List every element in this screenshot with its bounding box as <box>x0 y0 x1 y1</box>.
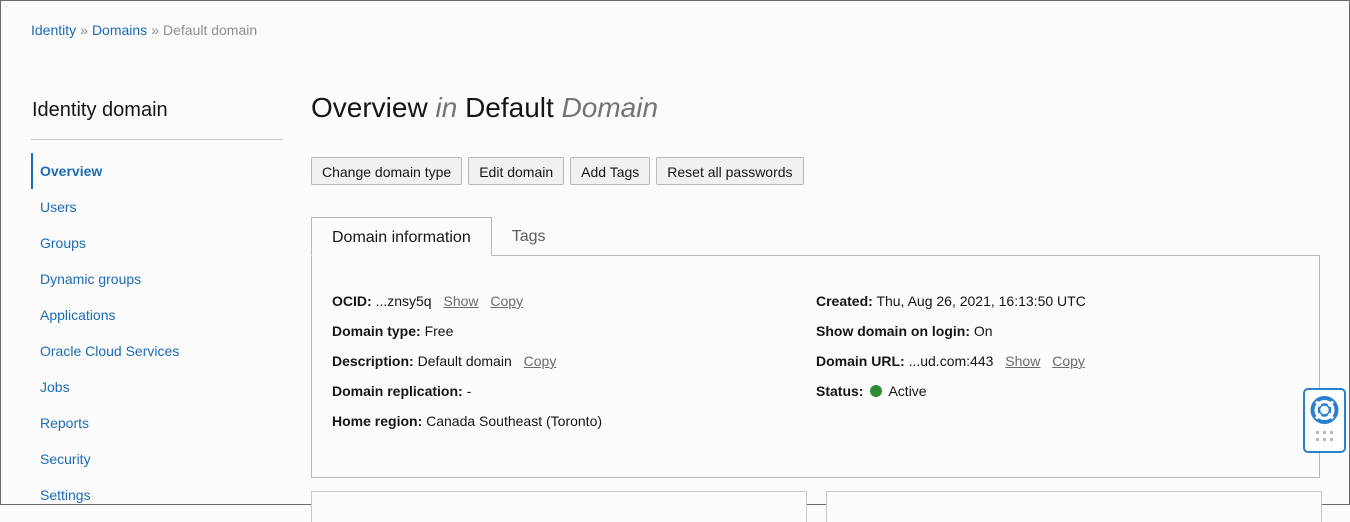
domain-replication-row: Domain replication: - <box>332 382 602 412</box>
breadcrumb-domains[interactable]: Domains <box>92 22 147 38</box>
domain-replication-label: Domain replication: <box>332 383 463 399</box>
status-label: Status: <box>816 383 864 399</box>
domain-replication-value: - <box>466 383 472 399</box>
overview-card-left <box>311 491 807 522</box>
action-toolbar: Change domain type Edit domain Add Tags … <box>311 157 804 185</box>
info-column-left: OCID: ...znsy5q Show Copy Domain type: F… <box>332 292 602 442</box>
help-widget-button[interactable] <box>1303 388 1346 453</box>
page-title-in: in <box>435 92 458 123</box>
domain-type-value: Free <box>424 323 454 339</box>
breadcrumb: Identity» Domains» Default domain <box>31 22 257 38</box>
status-active-dot-icon <box>870 385 883 397</box>
sidebar-item-jobs[interactable]: Jobs <box>31 369 283 405</box>
change-domain-type-button[interactable]: Change domain type <box>311 157 463 185</box>
add-tags-button[interactable]: Add Tags <box>570 157 651 185</box>
tab-tags[interactable]: Tags <box>492 217 566 256</box>
page-title-domain-word: Domain <box>561 92 659 123</box>
sidebar-item-oracle-cloud-services[interactable]: Oracle Cloud Services <box>31 333 283 369</box>
sidebar-item-overview[interactable]: Overview <box>31 153 283 189</box>
edit-domain-button[interactable]: Edit domain <box>468 157 565 185</box>
sidebar-item-users[interactable]: Users <box>31 189 283 225</box>
home-region-row: Home region: Canada Southeast (Toronto) <box>332 412 602 442</box>
description-copy-link[interactable]: Copy <box>524 353 557 369</box>
sidebar-item-reports[interactable]: Reports <box>31 405 283 441</box>
page-title: Overview in Default Domain <box>311 92 658 124</box>
breadcrumb-separator: » <box>151 22 159 38</box>
status-value: Active <box>888 383 927 399</box>
domain-information-panel: OCID: ...znsy5q Show Copy Domain type: F… <box>311 255 1320 478</box>
description-value: Default domain <box>417 353 512 369</box>
breadcrumb-separator: » <box>80 22 88 38</box>
ocid-row: OCID: ...znsy5q Show Copy <box>332 292 602 322</box>
ocid-show-link[interactable]: Show <box>443 293 478 309</box>
sidebar-item-settings[interactable]: Settings <box>31 477 283 513</box>
ocid-label: OCID: <box>332 293 372 309</box>
sidebar-item-dynamic-groups[interactable]: Dynamic groups <box>31 261 283 297</box>
reset-all-passwords-button[interactable]: Reset all passwords <box>656 157 804 185</box>
info-column-right: Created: Thu, Aug 26, 2021, 16:13:50 UTC… <box>816 292 1086 412</box>
ocid-copy-link[interactable]: Copy <box>490 293 523 309</box>
domain-type-label: Domain type: <box>332 323 421 339</box>
sidebar-item-groups[interactable]: Groups <box>31 225 283 261</box>
sidebar-nav: Overview Users Groups Dynamic groups App… <box>31 153 283 513</box>
domain-url-value: ...ud.com:443 <box>908 353 994 369</box>
show-on-login-label: Show domain on login: <box>816 323 970 339</box>
sidebar-item-applications[interactable]: Applications <box>31 297 283 333</box>
description-row: Description: Default domain Copy <box>332 352 602 382</box>
created-label: Created: <box>816 293 873 309</box>
tab-domain-information[interactable]: Domain information <box>311 217 492 256</box>
breadcrumb-identity[interactable]: Identity <box>31 22 76 38</box>
breadcrumb-current: Default domain <box>162 22 258 38</box>
description-label: Description: <box>332 353 414 369</box>
status-row: Status: Active <box>816 382 1086 412</box>
lifebuoy-icon <box>1310 396 1339 441</box>
overview-card-right <box>826 491 1322 522</box>
page-title-main: Overview <box>311 92 428 123</box>
created-value: Thu, Aug 26, 2021, 16:13:50 UTC <box>876 293 1086 309</box>
created-row: Created: Thu, Aug 26, 2021, 16:13:50 UTC <box>816 292 1086 322</box>
domain-url-show-link[interactable]: Show <box>1005 353 1040 369</box>
tab-bar: Domain information Tags <box>311 217 566 256</box>
sidebar-title: Identity domain <box>32 99 168 121</box>
domain-url-copy-link[interactable]: Copy <box>1052 353 1085 369</box>
domain-url-label: Domain URL: <box>816 353 905 369</box>
ocid-value: ...znsy5q <box>375 293 432 309</box>
domain-type-row: Domain type: Free <box>332 322 602 352</box>
sidebar-divider <box>31 139 283 140</box>
drag-grid-icon <box>1316 431 1333 441</box>
sidebar-item-security[interactable]: Security <box>31 441 283 477</box>
domain-url-row: Domain URL: ...ud.com:443 Show Copy <box>816 352 1086 382</box>
show-on-login-value: On <box>973 323 993 339</box>
home-region-value: Canada Southeast (Toronto) <box>426 413 603 429</box>
home-region-label: Home region: <box>332 413 423 429</box>
show-on-login-row: Show domain on login: On <box>816 322 1086 352</box>
page-title-domain-name: Default <box>465 92 554 123</box>
